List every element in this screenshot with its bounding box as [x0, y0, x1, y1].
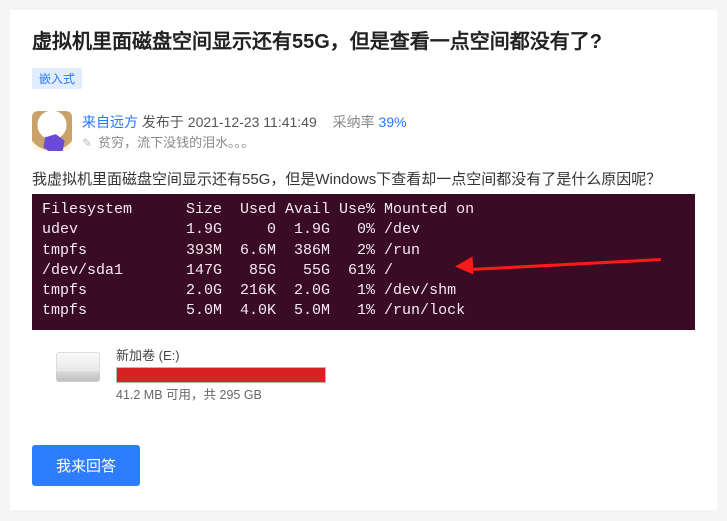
author-meta: 来自远方 发布于 2021-12-23 11:41:49 采纳率 39% ✎ 贫…: [32, 111, 695, 154]
answer-button[interactable]: 我来回答: [32, 445, 140, 486]
avatar[interactable]: [32, 111, 72, 151]
adopt-label: 采纳率: [333, 114, 375, 130]
username-link[interactable]: 来自远方: [82, 114, 138, 130]
publish-time: 2021-12-23 11:41:49: [188, 114, 317, 130]
drive-usage-bar: [116, 367, 326, 383]
publish-prefix: 发布于: [142, 114, 184, 130]
annotation-arrow: [461, 260, 661, 280]
question-body: 我虚拟机里面磁盘空间显示还有55G，但是Windows下查看却一点空间都没有了是…: [32, 168, 695, 192]
signature-text: 贫穷，流下没钱的泪水。。。: [98, 133, 254, 154]
terminal-row: tmpfs 5.0M 4.0K 5.0M 1% /run/lock: [42, 302, 465, 319]
terminal-row: udev 1.9G 0 1.9G 0% /dev: [42, 221, 420, 238]
drive-info-block: 新加卷 (E:) 41.2 MB 可用，共 295 GB: [32, 342, 695, 445]
terminal-output: Filesystem Size Used Avail Use% Mounted …: [32, 194, 695, 330]
question-card: 虚拟机里面磁盘空间显示还有55G，但是查看一点空间都没有了? 嵌入式 来自远方 …: [10, 10, 717, 510]
drive-icon: [56, 352, 100, 382]
drive-usage-fill: [117, 368, 325, 382]
meta-lines: 来自远方 发布于 2021-12-23 11:41:49 采纳率 39% ✎ 贫…: [82, 111, 407, 154]
terminal-row: tmpfs 393M 6.6M 386M 2% /run: [42, 242, 420, 259]
drive-name: 新加卷 (E:): [116, 346, 326, 366]
signature: ✎ 贫穷，流下没钱的泪水。。。: [82, 133, 407, 154]
terminal-header: Filesystem Size Used Avail Use% Mounted …: [42, 201, 474, 218]
pencil-icon: ✎: [82, 134, 92, 153]
terminal-row: /dev/sda1 147G 85G 55G 61% /: [42, 262, 393, 279]
question-tag[interactable]: 嵌入式: [32, 68, 82, 89]
question-title: 虚拟机里面磁盘空间显示还有55G，但是查看一点空间都没有了?: [32, 28, 695, 56]
adopt-rate: 39%: [379, 114, 407, 130]
terminal-row: tmpfs 2.0G 216K 2.0G 1% /dev/shm: [42, 282, 456, 299]
drive-status: 41.2 MB 可用，共 295 GB: [116, 386, 326, 405]
